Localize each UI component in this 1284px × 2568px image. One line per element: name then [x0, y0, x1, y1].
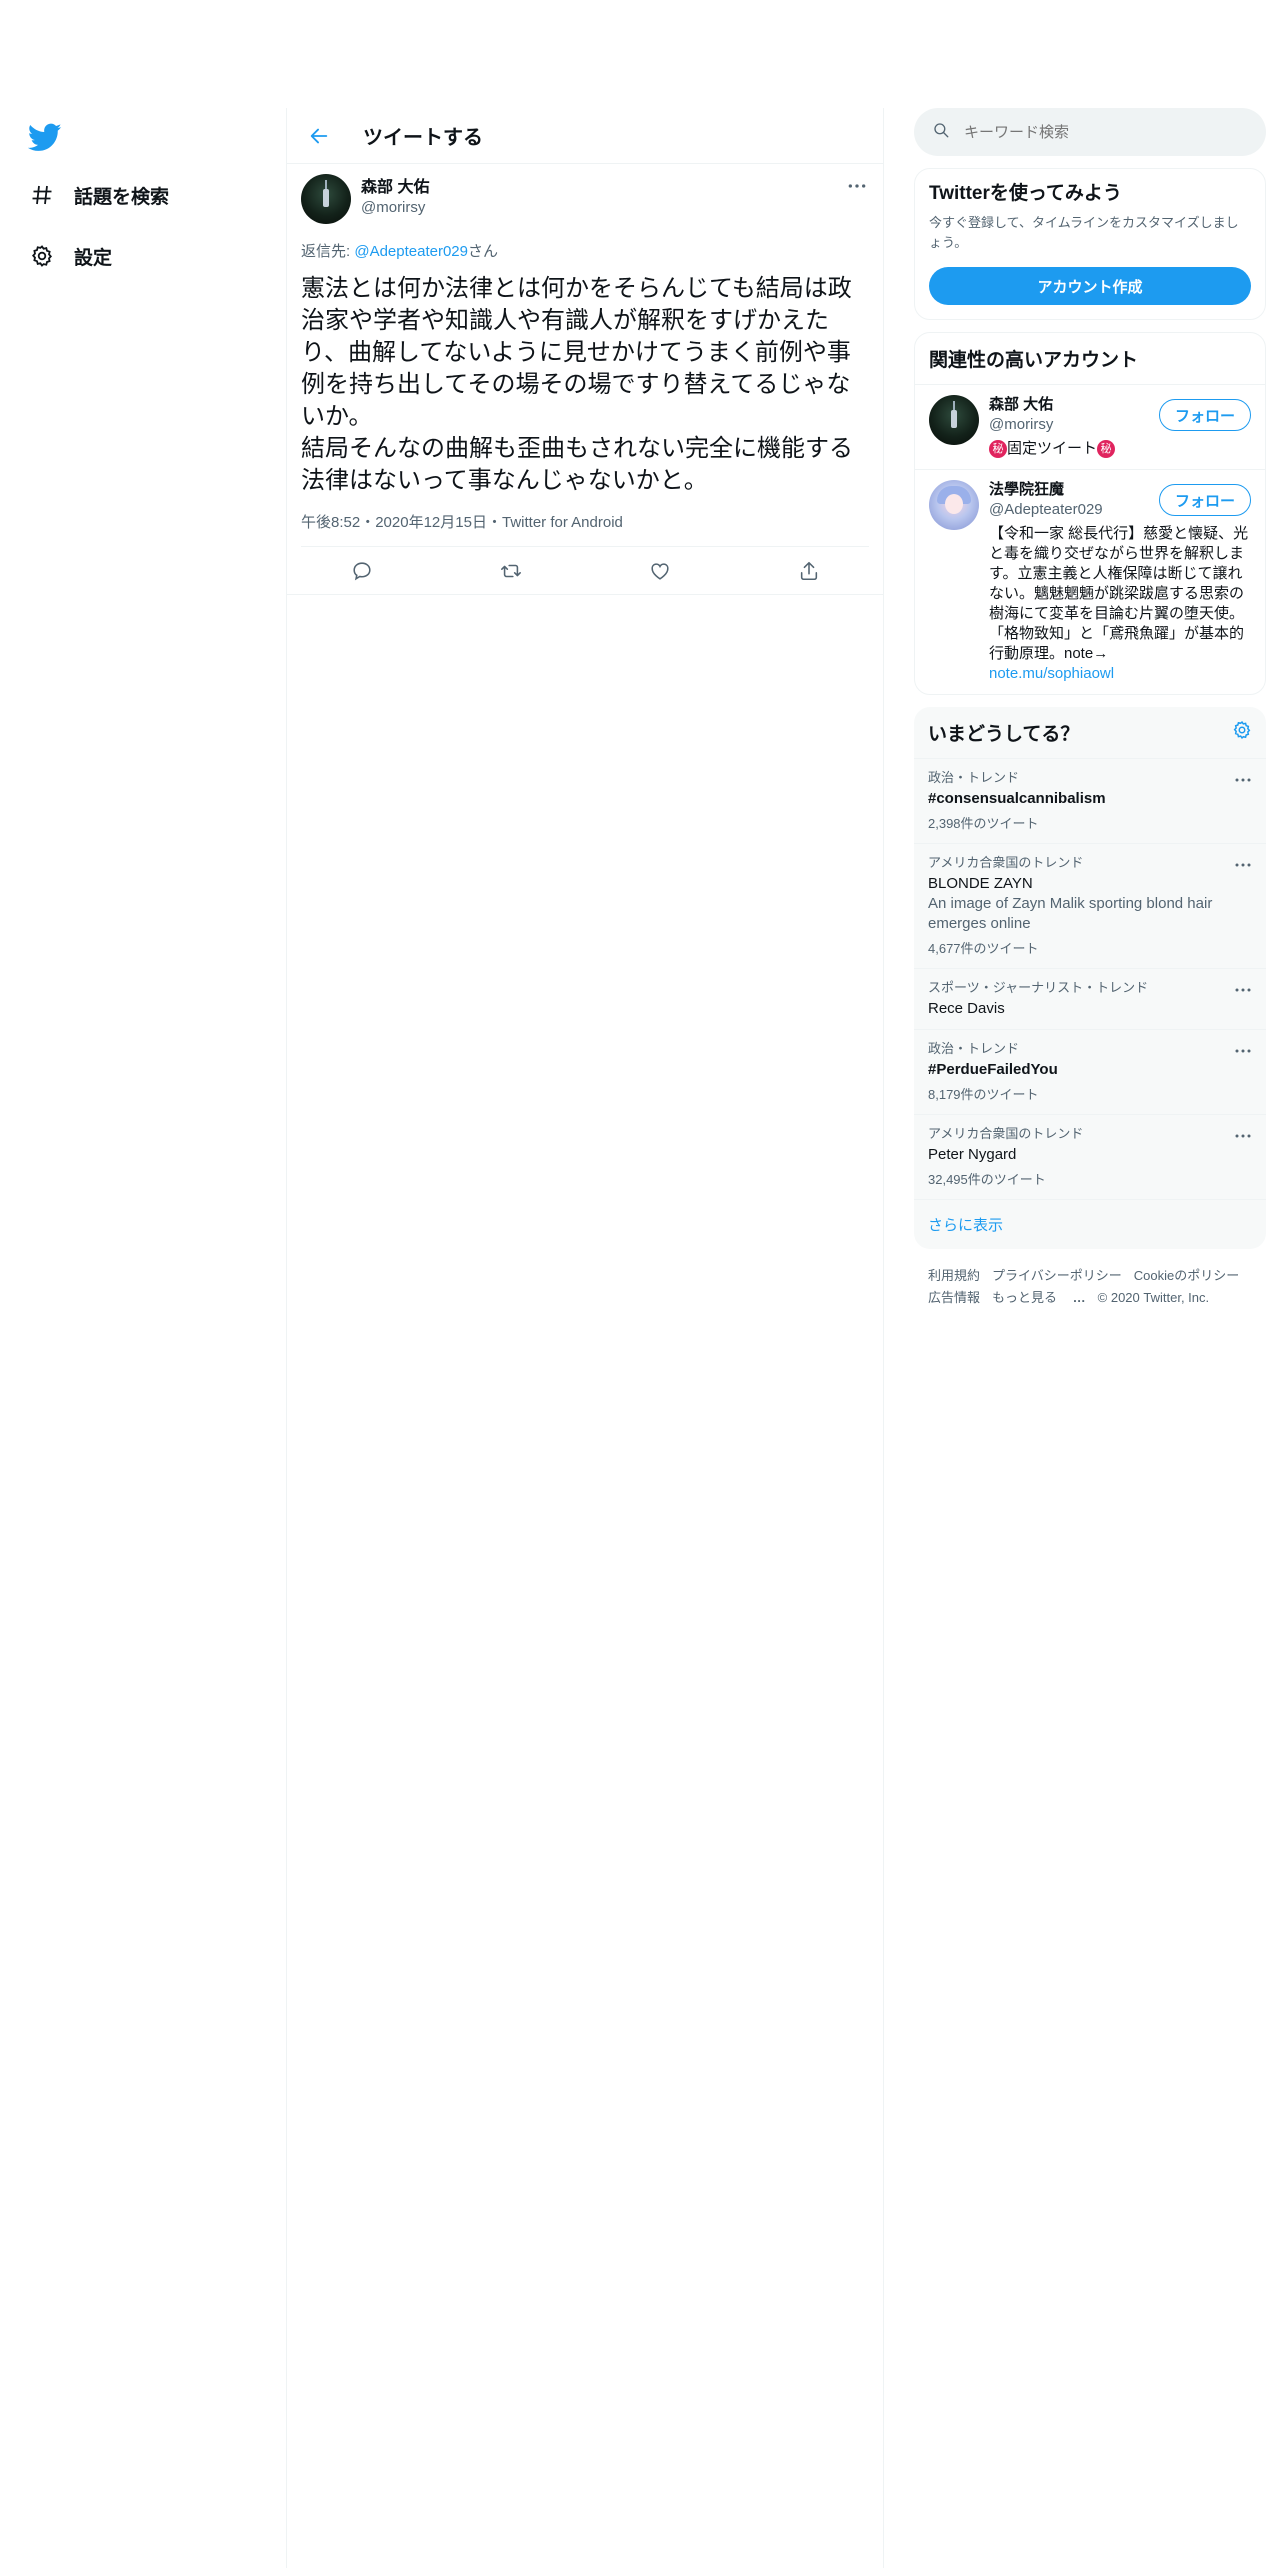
like-icon[interactable]	[642, 553, 678, 589]
trends-card: いまどうしてる？ 政治・トレンド #consensualcannibalism 2,…	[914, 707, 1266, 1249]
account-bio: 秘固定ツイート秘	[989, 439, 1249, 459]
more-options-icon[interactable]	[1234, 856, 1252, 874]
tweet-actions	[287, 547, 883, 595]
footer-more-ellipsis-icon: …	[1072, 1290, 1086, 1305]
create-account-button[interactable]: アカウント作成	[929, 267, 1251, 305]
trend-context: 政治・トレンド	[928, 1041, 1020, 1056]
trend-name: BLONDE ZAYN	[928, 875, 1033, 892]
account-bio-link[interactable]: note.mu/sophiaowl	[989, 665, 1114, 682]
reply-suffix: さん	[468, 243, 499, 260]
avatar[interactable]	[929, 480, 979, 530]
more-options-icon[interactable]	[1234, 771, 1252, 789]
gear-icon[interactable]	[1232, 720, 1252, 745]
account-bio: 【令和一家 総長代行】慈愛と懐疑、光と毒を織り交ぜながら世界を解釈します。立憲主…	[989, 524, 1249, 684]
author-handle[interactable]: @morirsy	[361, 198, 429, 218]
reply-handle-link[interactable]: @Adepteater029	[354, 243, 468, 260]
gear-icon	[28, 242, 56, 270]
retweet-icon[interactable]	[493, 553, 529, 589]
trend-count: 8,179件のツイート	[928, 1087, 1039, 1102]
nav-explore-label: 話題を検索	[74, 186, 170, 208]
follow-button[interactable]: フォロー	[1159, 399, 1251, 431]
avatar[interactable]	[301, 174, 351, 224]
meta-separator: ・	[486, 514, 502, 531]
footer-copyright: © 2020 Twitter, Inc.	[1097, 1290, 1210, 1305]
secret-badge-icon: 秘	[989, 440, 1007, 459]
trend-item[interactable]: 政治・トレンド #PerdueFailedYou 8,179件のツイート	[914, 1030, 1266, 1115]
trend-name: #PerdueFailedYou	[928, 1061, 1058, 1078]
trends-title: いまどうしてる？	[928, 724, 1080, 745]
more-options-icon[interactable]	[1234, 981, 1252, 999]
twitter-logo-icon[interactable]	[27, 120, 64, 156]
hashtag-icon	[28, 181, 56, 209]
trend-context: アメリカ合衆国のトレンド	[928, 855, 1084, 870]
trend-count: 4,677件のツイート	[928, 941, 1039, 956]
main-column: ツイートする 森部 大佑 @morirsy 返信先: @Adepteater02…	[286, 108, 884, 2568]
tweet-author: 森部 大佑 @morirsy	[301, 174, 869, 230]
author-display-name[interactable]: 森部 大佑	[361, 178, 429, 198]
more-options-icon[interactable]	[845, 178, 869, 194]
footer-more-label: もっと見る	[992, 1290, 1058, 1305]
trend-item[interactable]: アメリカ合衆国のトレンド Peter Nygard 32,495件のツイート	[914, 1115, 1266, 1200]
footer-ads-link[interactable]: 広告情報	[928, 1290, 980, 1305]
signup-title: Twitterを使ってみよう	[929, 183, 1122, 204]
reply-prefix: 返信先:	[301, 243, 355, 260]
tweet-text: 憲法とは何か法律とは何かをそらんじても結局は政治家や学者や知識人や有識人が解釈を…	[301, 275, 853, 494]
footer-more-link[interactable]: もっと見る …	[992, 1290, 1086, 1305]
trend-description: An image of Zayn Malik sporting blond ha…	[928, 895, 1213, 932]
back-arrow-icon[interactable]	[305, 122, 333, 150]
tweet-source[interactable]: Twitter for Android	[502, 514, 623, 531]
trend-item[interactable]: 政治・トレンド #consensualcannibalism 2,398件のツイート	[914, 759, 1266, 844]
trend-item[interactable]: アメリカ合衆国のトレンド BLONDE ZAYN An image of Zayn …	[914, 844, 1266, 969]
trend-context: アメリカ合衆国のトレンド	[928, 1126, 1084, 1141]
tweet-date[interactable]: 2020年12月15日	[375, 514, 487, 531]
search-bar[interactable]	[914, 108, 1266, 156]
more-options-icon[interactable]	[1234, 1127, 1252, 1145]
account-item[interactable]: 法學院狂魔 @Adepteater029 【令和一家 総長代行】慈愛と懐疑、光と…	[915, 470, 1265, 694]
trend-context: 政治・トレンド	[928, 770, 1020, 785]
footer-privacy-link[interactable]: プライバシーポリシー	[992, 1268, 1122, 1283]
follow-button[interactable]: フォロー	[1159, 484, 1251, 516]
sidebar-right: Twitterを使ってみよう 今すぐ登録して、タイムラインをカスタマイズしましょ…	[914, 108, 1266, 1309]
trend-count: 32,495件のツイート	[928, 1172, 1046, 1187]
tweet-detail: 森部 大佑 @morirsy 返信先: @Adepteater029さん 憲法と…	[287, 164, 883, 595]
search-input[interactable]	[964, 123, 1224, 141]
account-bio-text: 固定ツイート	[1007, 440, 1098, 457]
tweet-time[interactable]: 午後8:52	[301, 514, 360, 531]
more-options-icon[interactable]	[1234, 1042, 1252, 1060]
account-bio-text: 【令和一家 総長代行】慈愛と懐疑、光と毒を織り交ぜながら世界を解釈します。立憲主…	[989, 525, 1249, 662]
trend-count: 2,398件のツイート	[928, 816, 1039, 831]
footer-cookie-link[interactable]: Cookieのポリシー	[1134, 1268, 1239, 1283]
trend-context: スポーツ・ジャーナリスト・トレンド	[928, 980, 1149, 995]
related-accounts-title: 関連性の高いアカウント	[915, 333, 1265, 385]
nav-settings-label: 設定	[74, 247, 113, 269]
tweet-meta: 午後8:52・2020年12月15日・Twitter for Android	[301, 511, 869, 547]
avatar[interactable]	[929, 395, 979, 445]
related-accounts-card: 関連性の高いアカウント 森部 大佑 @morirsy 秘固定ツイート秘 フォロー…	[914, 332, 1266, 695]
trend-name: Peter Nygard	[928, 1146, 1017, 1163]
left-navigation: 話題を検索 設定	[0, 0, 286, 2568]
show-more-link[interactable]: さらに表示	[914, 1200, 1266, 1249]
trend-name: Rece Davis	[928, 1000, 1005, 1017]
nav-explore[interactable]: 話題を検索	[28, 175, 169, 215]
share-icon[interactable]	[791, 553, 827, 589]
footer-terms-link[interactable]: 利用規約	[928, 1268, 980, 1283]
trend-name: #consensualcannibalism	[928, 790, 1106, 807]
signup-card: Twitterを使ってみよう 今すぐ登録して、タイムラインをカスタマイズしましょ…	[914, 168, 1266, 320]
reply-icon[interactable]	[344, 553, 380, 589]
signup-subtitle: 今すぐ登録して、タイムラインをカスタマイズしましょう。	[929, 215, 1239, 250]
search-icon	[932, 121, 950, 144]
account-item[interactable]: 森部 大佑 @morirsy 秘固定ツイート秘 フォロー	[915, 385, 1265, 470]
footer: 利用規約 プライバシーポリシー Cookieのポリシー 広告情報 もっと見る … © 2…	[914, 1249, 1266, 1309]
secret-badge-icon: 秘	[1097, 440, 1116, 459]
meta-separator: ・	[360, 514, 376, 531]
nav-settings[interactable]: 設定	[28, 236, 112, 276]
column-header: ツイートする	[287, 108, 883, 164]
reply-to: 返信先: @Adepteater029さん	[301, 240, 869, 261]
page-title: ツイートする	[363, 127, 483, 149]
trend-item[interactable]: スポーツ・ジャーナリスト・トレンド Rece Davis	[914, 969, 1266, 1030]
